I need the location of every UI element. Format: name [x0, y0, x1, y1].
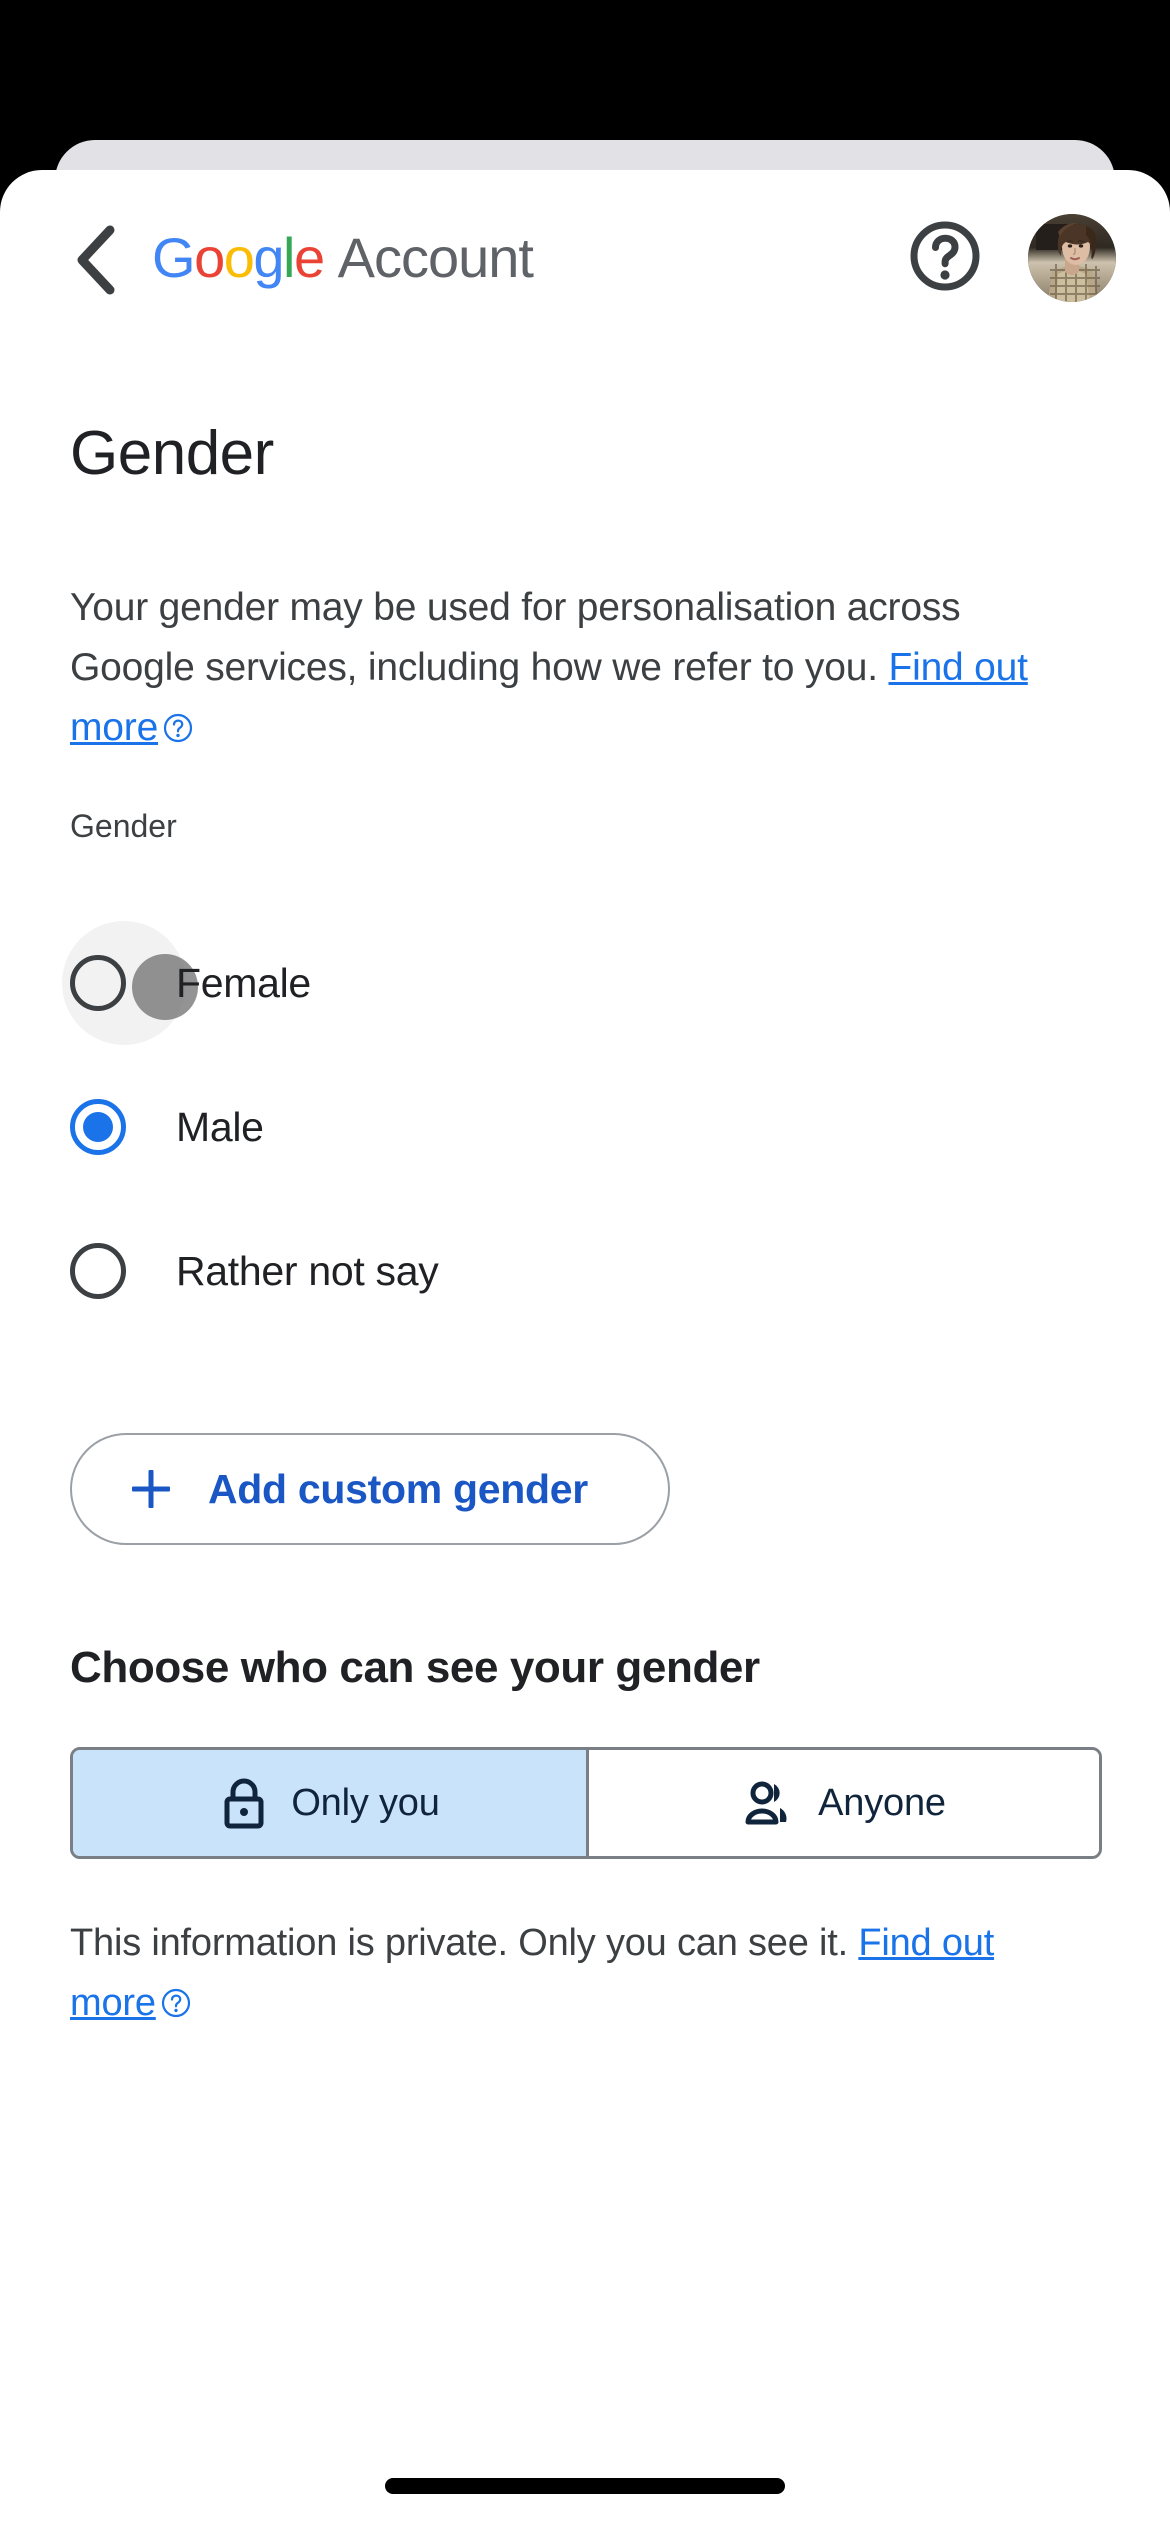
- add-custom-gender-button[interactable]: Add custom gender: [70, 1433, 670, 1545]
- radio-label: Rather not say: [176, 1247, 439, 1294]
- radio-label: Female: [176, 959, 311, 1006]
- segment-anyone[interactable]: Anyone: [586, 1750, 1099, 1856]
- phone-screen: Google Account Gender Your gender may be…: [0, 0, 1170, 2532]
- home-indicator[interactable]: [385, 2478, 785, 2494]
- chevron-left-icon: [72, 224, 118, 296]
- privacy-footnote: This information is private. Only you ca…: [70, 1913, 1090, 2036]
- avatar[interactable]: [1028, 214, 1116, 302]
- page-description: Your gender may be used for personalisat…: [70, 578, 1090, 761]
- add-custom-gender-label: Add custom gender: [208, 1465, 588, 1512]
- lock-icon: [219, 1776, 269, 1830]
- help-circle-small-icon: [163, 701, 193, 761]
- radio-option-female[interactable]: Female: [62, 921, 770, 1045]
- user-avatar-photo: [1028, 214, 1116, 302]
- segment-label: Anyone: [818, 1781, 946, 1824]
- segment-only-you[interactable]: Only you: [73, 1750, 586, 1856]
- visibility-heading: Choose who can see your gender: [70, 1643, 760, 1692]
- foreground-sheet-card: [0, 170, 1170, 2532]
- plus-icon: [132, 1470, 170, 1508]
- account-label: Account: [337, 226, 534, 289]
- people-icon: [742, 1778, 796, 1828]
- radio-circle[interactable]: [70, 1099, 126, 1155]
- back-button[interactable]: [50, 215, 140, 305]
- gender-field-label: Gender: [70, 808, 177, 844]
- help-circle-icon: [908, 219, 982, 298]
- description-text: Your gender may be used for personalisat…: [70, 586, 961, 689]
- radio-option-rather-not-say[interactable]: Rather not say: [70, 1226, 770, 1316]
- help-circle-small-icon: [161, 1976, 191, 2036]
- radio-circle[interactable]: [70, 955, 126, 1011]
- footnote-text: This information is private. Only you ca…: [70, 1922, 859, 1964]
- radio-option-male[interactable]: Male: [70, 1082, 770, 1172]
- page-title: Gender: [70, 419, 274, 488]
- radio-label: Male: [176, 1103, 264, 1150]
- help-button[interactable]: [905, 218, 985, 298]
- brand-google-account: Google Account: [152, 218, 534, 298]
- google-logo: Google: [152, 226, 325, 289]
- visibility-segmented-control: Only you Anyone: [70, 1747, 1102, 1859]
- segment-label: Only you: [291, 1781, 440, 1824]
- radio-circle[interactable]: [70, 1243, 126, 1299]
